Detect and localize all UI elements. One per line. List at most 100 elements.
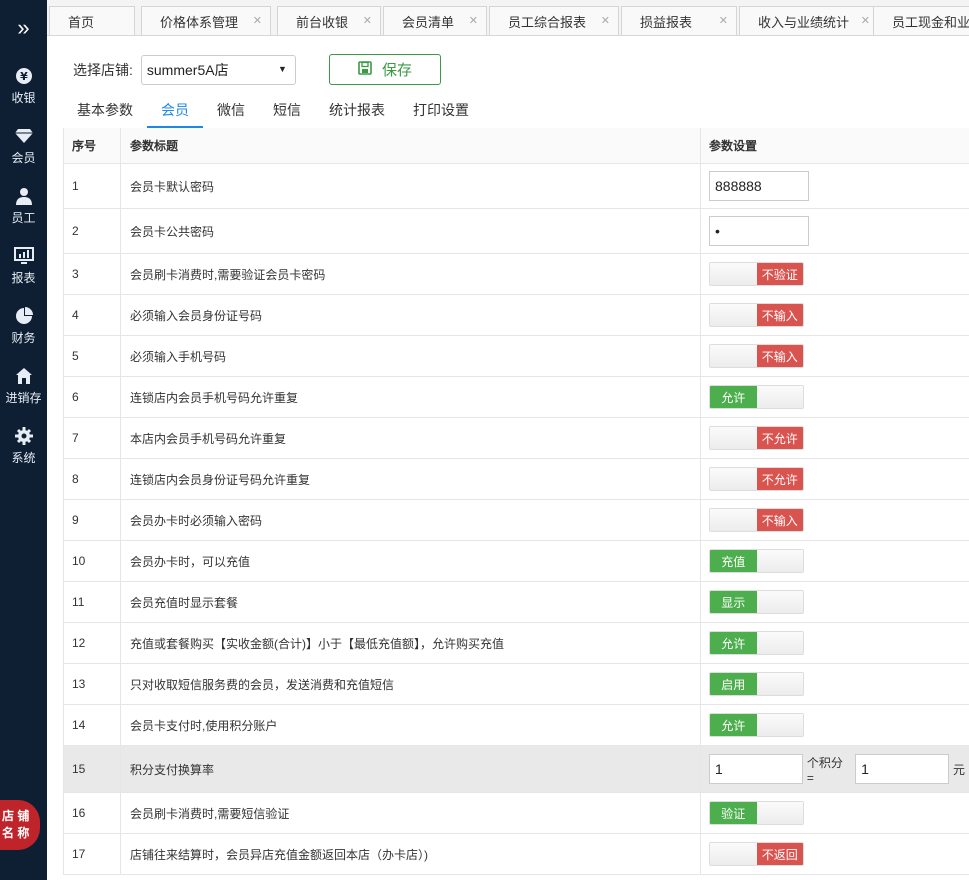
- tab-label: 收入与业绩统计: [758, 15, 850, 30]
- close-icon[interactable]: ✕: [253, 14, 262, 27]
- settings-subtabs: 基本参数 会员 微信 短信 统计报表 打印设置: [63, 96, 483, 128]
- close-icon[interactable]: ✕: [861, 14, 870, 27]
- store-name-badge[interactable]: 店 铺 名 称: [0, 800, 40, 850]
- row-number: 8: [63, 459, 121, 499]
- tab-price-system[interactable]: 价格体系管理 ✕: [141, 6, 271, 35]
- toggle-state-label: 不验证: [756, 263, 803, 285]
- close-icon[interactable]: ✕: [469, 14, 478, 27]
- toggle-state-label: 不返回: [756, 843, 803, 865]
- subtab-basic-params[interactable]: 基本参数: [63, 96, 147, 128]
- yuan-input[interactable]: 1: [855, 754, 949, 784]
- param-toggle-switch[interactable]: 显示: [709, 590, 804, 614]
- param-toggle-switch[interactable]: 不输入: [709, 508, 804, 532]
- sidebar-item-inventory[interactable]: 进销存: [0, 356, 47, 416]
- param-title: 会员办卡时必须输入密码: [121, 500, 701, 540]
- toggle-state-label: 不输入: [756, 509, 803, 531]
- row-number: 15: [63, 746, 121, 792]
- tab-label: 员工综合报表: [508, 15, 587, 30]
- row-number: 11: [63, 582, 121, 622]
- sidebar-item-finance[interactable]: 财务: [0, 296, 47, 356]
- points-unit-label: 个积分 =: [806, 755, 843, 785]
- tab-member-list[interactable]: 会员清单 ✕: [383, 6, 487, 35]
- table-row: 15 积分支付换算率 1 个积分 = 1 元: [63, 746, 969, 793]
- sidebar-item-label: 报表: [11, 271, 36, 285]
- table-row: 1 会员卡默认密码 888888: [63, 164, 969, 209]
- param-toggle-switch[interactable]: 允许: [709, 713, 804, 737]
- sidebar-item-label: 收银: [11, 91, 36, 105]
- sidebar-toggle-icon[interactable]: »: [0, 0, 47, 56]
- sidebar-item-members[interactable]: 会员: [0, 116, 47, 176]
- toggle-knob: [710, 263, 757, 285]
- param-toggle-switch[interactable]: 不验证: [709, 262, 804, 286]
- save-button[interactable]: 保存: [329, 54, 441, 85]
- tab-home[interactable]: 首页: [49, 6, 135, 35]
- subtab-member[interactable]: 会员: [147, 96, 203, 128]
- param-text-input[interactable]: •: [709, 216, 809, 246]
- tab-profit-loss[interactable]: 损益报表 ✕: [621, 6, 737, 35]
- param-title: 必须输入会员身份证号码: [121, 295, 701, 335]
- sidebar-item-reports[interactable]: 报表: [0, 236, 47, 296]
- row-number: 3: [63, 254, 121, 294]
- param-toggle-switch[interactable]: 不返回: [709, 842, 804, 866]
- toggle-knob: [710, 509, 757, 531]
- table-row: 4 必须输入会员身份证号码 不输入: [63, 295, 969, 336]
- param-toggle-switch[interactable]: 允许: [709, 385, 804, 409]
- table-row: 16 会员刷卡消费时,需要短信验证 验证: [63, 793, 969, 834]
- sidebar-item-system[interactable]: 系统: [0, 416, 47, 476]
- param-toggle-switch[interactable]: 启用: [709, 672, 804, 696]
- param-text-input[interactable]: 888888: [709, 171, 809, 201]
- param-toggle-switch[interactable]: 不允许: [709, 426, 804, 450]
- param-setting-cell: 允许: [701, 377, 969, 417]
- toggle-state-label: 启用: [710, 673, 757, 695]
- toggle-knob: [756, 714, 803, 736]
- param-setting-cell: 不输入: [701, 295, 969, 335]
- points-input[interactable]: 1: [709, 754, 803, 784]
- close-icon[interactable]: ✕: [363, 14, 372, 27]
- param-toggle-switch[interactable]: 允许: [709, 631, 804, 655]
- subtab-sms[interactable]: 短信: [259, 96, 315, 128]
- table-row: 10 会员办卡时，可以充值 充值: [63, 541, 969, 582]
- row-number: 16: [63, 793, 121, 833]
- sidebar-item-label: 财务: [11, 331, 36, 345]
- param-toggle-switch[interactable]: 不输入: [709, 344, 804, 368]
- tab-income-stats[interactable]: 收入与业绩统计 ✕: [739, 6, 879, 35]
- tab-label: 员工现金和业绩: [892, 15, 969, 30]
- param-toggle-switch[interactable]: 充值: [709, 549, 804, 573]
- close-icon[interactable]: ✕: [719, 14, 728, 27]
- subtab-wechat[interactable]: 微信: [203, 96, 259, 128]
- param-title: 本店内会员手机号码允许重复: [121, 418, 701, 458]
- param-title: 会员卡默认密码: [121, 164, 701, 208]
- param-setting-cell: 允许: [701, 705, 969, 745]
- toggle-knob: [756, 386, 803, 408]
- tab-label: 前台收银: [296, 15, 349, 30]
- param-title: 连锁店内会员手机号码允许重复: [121, 377, 701, 417]
- pie-chart-icon: [14, 306, 34, 326]
- toggle-state-label: 不输入: [756, 304, 803, 326]
- row-number: 4: [63, 295, 121, 335]
- store-badge-line: 店 铺: [2, 809, 30, 823]
- row-number: 10: [63, 541, 121, 581]
- toggle-knob: [756, 550, 803, 572]
- tab-staff-report[interactable]: 员工综合报表 ✕: [489, 6, 619, 35]
- toggle-knob: [756, 632, 803, 654]
- sidebar-item-staff[interactable]: 员工: [0, 176, 47, 236]
- subtab-stats-report[interactable]: 统计报表: [315, 96, 399, 128]
- param-toggle-switch[interactable]: 验证: [709, 801, 804, 825]
- tab-label: 会员清单: [402, 15, 455, 30]
- tab-front-cashier[interactable]: 前台收银 ✕: [277, 6, 381, 35]
- sidebar-item-cashier[interactable]: ¥ 收银: [0, 56, 47, 116]
- subtab-print-settings[interactable]: 打印设置: [399, 96, 483, 128]
- row-number: 1: [63, 164, 121, 208]
- close-icon[interactable]: ✕: [601, 14, 610, 27]
- table-row: 3 会员刷卡消费时,需要验证会员卡密码 不验证: [63, 254, 969, 295]
- floppy-disk-icon: [358, 60, 372, 79]
- toggle-knob: [710, 843, 757, 865]
- param-toggle-switch[interactable]: 不输入: [709, 303, 804, 327]
- param-title: 会员充值时显示套餐: [121, 582, 701, 622]
- store-select[interactable]: summer5A店 ▼: [140, 55, 296, 85]
- tab-staff-cash[interactable]: 员工现金和业绩: [873, 6, 969, 35]
- toggle-knob: [710, 304, 757, 326]
- param-title: 必须输入手机号码: [121, 336, 701, 376]
- param-setting-cell: •: [701, 209, 969, 253]
- param-toggle-switch[interactable]: 不允许: [709, 467, 804, 491]
